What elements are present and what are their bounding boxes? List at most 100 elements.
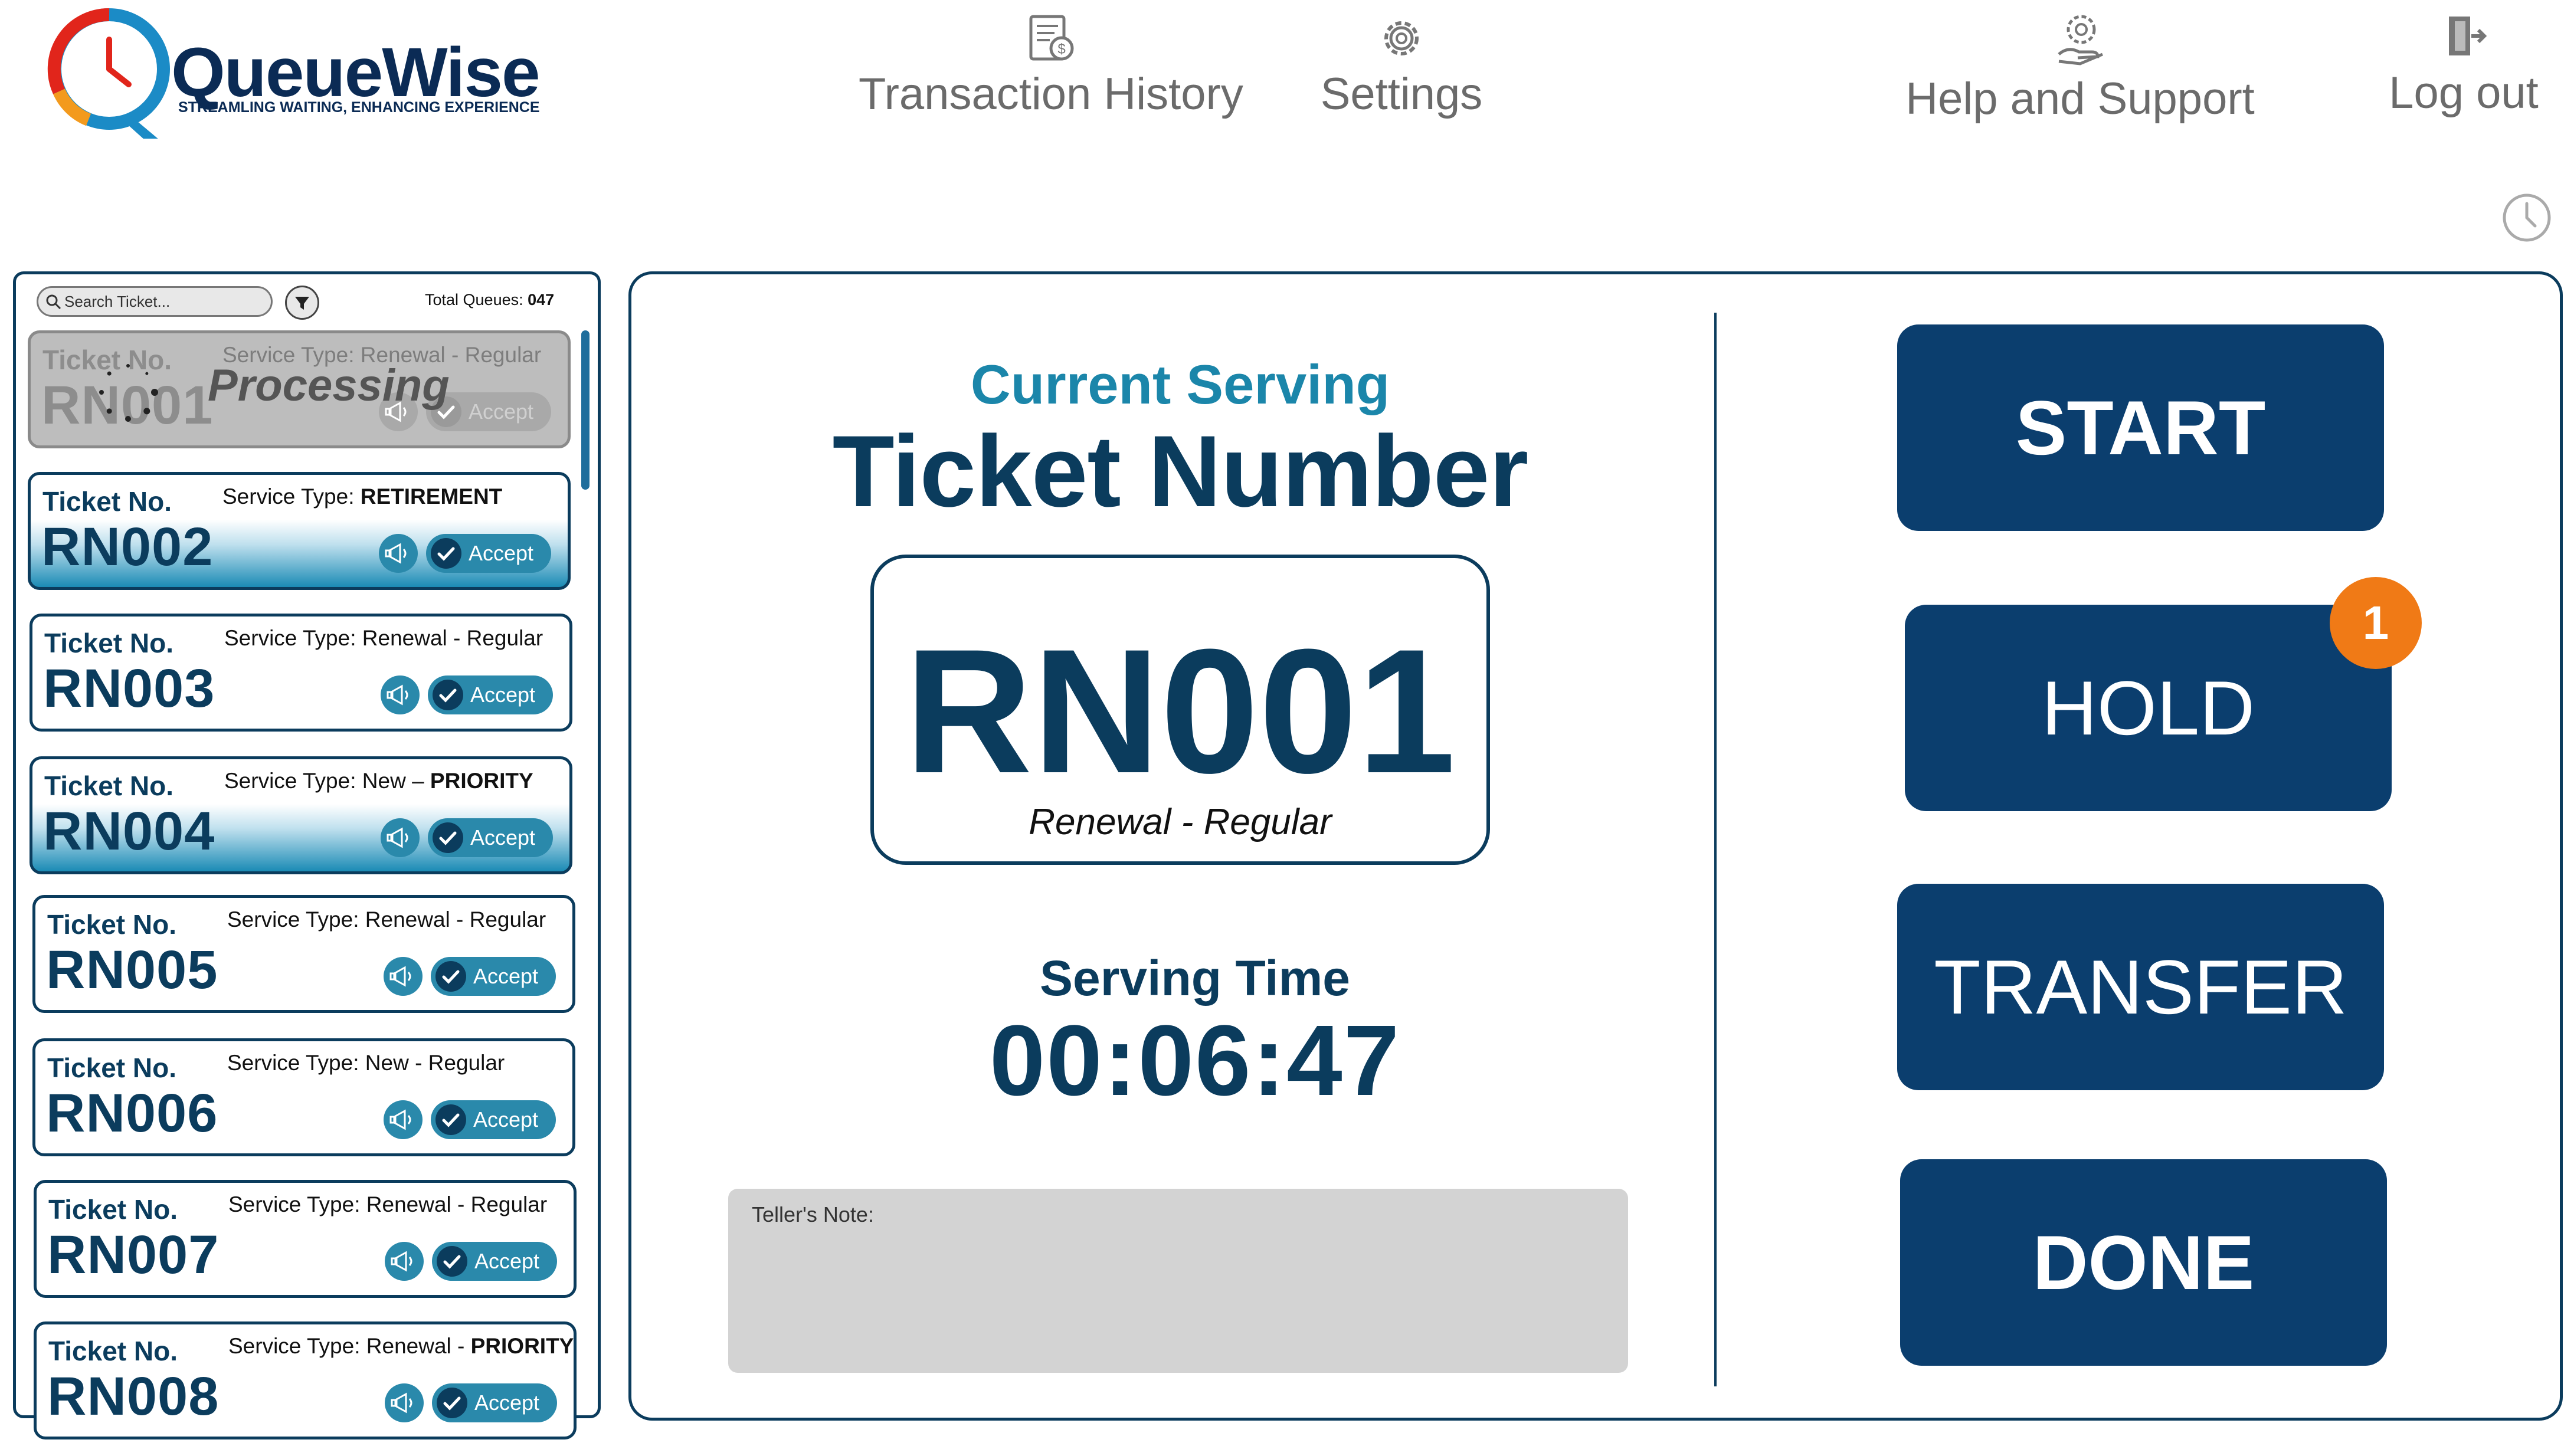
ticket-no-label: Ticket No. bbox=[44, 770, 173, 801]
service-type-value: Renewal - Regular bbox=[366, 1192, 548, 1216]
checkmark-icon bbox=[433, 822, 463, 853]
ticket-card[interactable]: Ticket No. Service Type: New – PRIORITY RN… bbox=[30, 756, 572, 874]
search-placeholder: Search Ticket... bbox=[64, 293, 171, 310]
transfer-button[interactable]: TRANSFER bbox=[1897, 884, 2384, 1090]
filter-button[interactable] bbox=[285, 286, 319, 320]
checkmark-icon bbox=[437, 1246, 467, 1277]
ticket-card[interactable]: Ticket No. Service Type: RETIREMENT RN002 A… bbox=[28, 472, 571, 590]
service-type: Service Type: Renewal - Regular bbox=[228, 1192, 547, 1217]
panel-divider bbox=[1714, 313, 1717, 1386]
service-type-prefix: Service Type: bbox=[228, 1334, 361, 1358]
loading-spinner-icon bbox=[99, 364, 158, 422]
accept-button[interactable]: Accept bbox=[431, 1100, 556, 1139]
current-ticket-number: RN001 bbox=[905, 612, 1456, 810]
nav-transaction-history[interactable]: $ Transaction History bbox=[859, 12, 1243, 120]
service-type: Service Type: New - Regular bbox=[227, 1051, 505, 1075]
service-type-emphasis: PRIORITY bbox=[430, 769, 533, 793]
hold-count-badge: 1 bbox=[2330, 577, 2422, 669]
nav-logout-label: Log out bbox=[2389, 68, 2539, 118]
service-type: Service Type: Renewal - PRIORITY bbox=[228, 1334, 574, 1359]
megaphone-icon bbox=[389, 966, 411, 987]
ticket-card[interactable]: Ticket No. Service Type: Renewal - Regula… bbox=[30, 614, 572, 732]
nav-transaction-history-label: Transaction History bbox=[859, 69, 1243, 119]
accept-button[interactable]: Accept bbox=[426, 534, 551, 573]
processing-label: Processing bbox=[208, 360, 450, 411]
ticket-number: RN005 bbox=[46, 940, 218, 1000]
accept-label: Accept bbox=[473, 964, 539, 988]
accept-label: Accept bbox=[474, 1391, 540, 1415]
service-type-value: Renewal - Regular bbox=[365, 907, 546, 932]
service-type-value: Renewal - Regular bbox=[362, 626, 543, 650]
megaphone-icon bbox=[387, 684, 408, 706]
megaphone-icon bbox=[387, 827, 408, 848]
ticket-number: RN008 bbox=[47, 1366, 220, 1427]
ticket-card[interactable]: Ticket No. Service Type: Renewal - Regula… bbox=[34, 1180, 577, 1298]
ticket-number: RN004 bbox=[43, 801, 215, 861]
clock-icon bbox=[2503, 194, 2551, 242]
checkmark-icon bbox=[435, 961, 466, 992]
logout-door-icon bbox=[2449, 17, 2487, 55]
accept-label: Accept bbox=[470, 683, 536, 707]
gear-icon bbox=[1384, 21, 1419, 55]
accept-button[interactable]: Accept bbox=[431, 957, 556, 996]
brand-tagline: STREAMLING WAITING, ENHANCING EXPERIENCE bbox=[178, 99, 540, 116]
announce-button[interactable] bbox=[385, 1383, 424, 1422]
ticket-no-label: Ticket No. bbox=[42, 486, 172, 517]
ticket-card[interactable]: Ticket No. Service Type: Renewal - PRIORI… bbox=[34, 1321, 577, 1439]
announce-button[interactable] bbox=[381, 818, 420, 857]
megaphone-icon bbox=[385, 543, 407, 564]
announce-button[interactable] bbox=[381, 675, 420, 714]
announce-button[interactable] bbox=[384, 1100, 423, 1139]
help-hand-gear-icon bbox=[2058, 15, 2103, 65]
ticket-number: RN002 bbox=[41, 517, 214, 577]
service-type-prefix: Service Type: bbox=[224, 769, 356, 793]
ticket-card[interactable]: Ticket No. Service Type: Renewal - Regula… bbox=[32, 895, 575, 1013]
hold-button[interactable]: HOLD bbox=[1905, 605, 2392, 811]
service-type: Service Type: Renewal - Regular bbox=[227, 907, 546, 932]
accept-button[interactable]: Accept bbox=[432, 1383, 557, 1422]
search-icon bbox=[46, 294, 61, 310]
ticket-no-label: Ticket No. bbox=[47, 1052, 176, 1083]
nav-help-support[interactable]: Help and Support bbox=[1891, 11, 2269, 124]
done-button[interactable]: DONE bbox=[1900, 1159, 2387, 1366]
nav-help-support-label: Help and Support bbox=[1905, 74, 2255, 124]
ticket-card[interactable]: Ticket No. Service Type: Renewal - Regula… bbox=[28, 330, 571, 448]
start-button[interactable]: START bbox=[1897, 324, 2384, 531]
serving-time-value: 00:06:47 bbox=[989, 1005, 1401, 1117]
queue-logo-icon bbox=[47, 8, 170, 139]
total-queues-value: 047 bbox=[528, 291, 555, 309]
receipt-icon: $ bbox=[1029, 15, 1074, 61]
nav-settings[interactable]: Settings bbox=[1313, 12, 1490, 120]
service-type-emphasis: RETIREMENT bbox=[360, 484, 503, 509]
service-type: Service Type: New – PRIORITY bbox=[224, 769, 533, 793]
history-clock-button[interactable] bbox=[2501, 192, 2553, 244]
announce-button[interactable] bbox=[384, 957, 423, 996]
accept-label: Accept bbox=[469, 399, 534, 424]
service-type: Service Type: Renewal - Regular bbox=[224, 626, 543, 651]
svg-text:$: $ bbox=[1057, 41, 1065, 57]
total-queues: Total Queues: 047 bbox=[425, 291, 554, 309]
announce-button[interactable] bbox=[379, 534, 418, 573]
ticket-no-label: Ticket No. bbox=[48, 1336, 178, 1366]
app-logo: QueueWise STREAMLING WAITING, ENHANCING … bbox=[41, 0, 572, 147]
ticket-number: RN007 bbox=[47, 1225, 220, 1285]
accept-button[interactable]: Accept bbox=[428, 675, 553, 714]
service-type-prefix: Service Type: bbox=[227, 1051, 359, 1075]
announce-button[interactable] bbox=[385, 1242, 424, 1281]
megaphone-icon bbox=[389, 1109, 411, 1130]
accept-label: Accept bbox=[469, 541, 534, 565]
checkmark-icon bbox=[433, 680, 463, 710]
queue-scrollbar[interactable] bbox=[581, 330, 590, 490]
service-type-emphasis: PRIORITY bbox=[470, 1334, 574, 1358]
megaphone-icon bbox=[391, 1392, 412, 1414]
accept-button[interactable]: Accept bbox=[432, 1242, 557, 1281]
nav-logout[interactable]: Log out bbox=[2363, 11, 2564, 119]
checkmark-icon bbox=[435, 1104, 466, 1135]
service-type-prefix: Service Type: bbox=[224, 626, 356, 650]
service-type-value: New - Regular bbox=[365, 1051, 505, 1075]
current-ticket-service: Renewal - Regular bbox=[1029, 802, 1332, 842]
ticket-no-label: Ticket No. bbox=[47, 909, 176, 940]
search-input[interactable]: Search Ticket... bbox=[37, 286, 273, 317]
accept-button[interactable]: Accept bbox=[428, 818, 553, 857]
ticket-card[interactable]: Ticket No. Service Type: New - Regular RN0… bbox=[32, 1038, 575, 1156]
